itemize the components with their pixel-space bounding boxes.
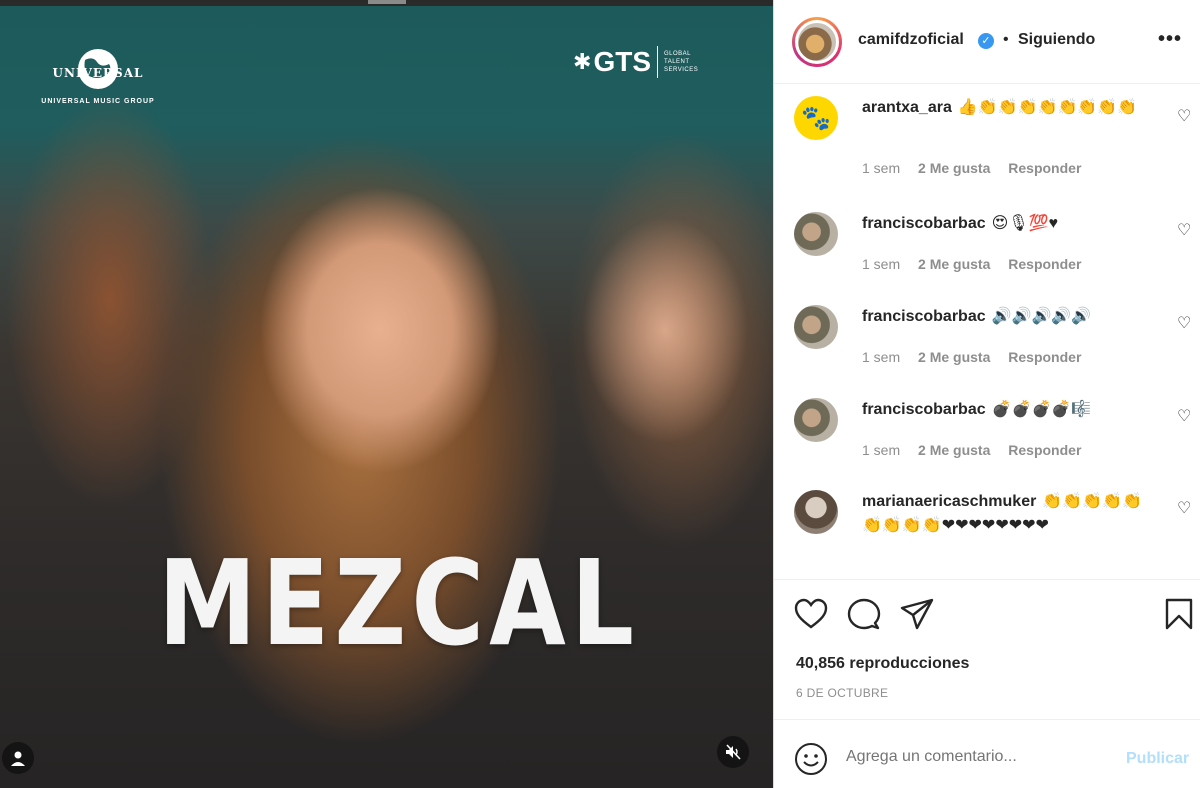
reply-button[interactable]: Responder — [1008, 442, 1081, 458]
heart-icon[interactable] — [794, 598, 828, 630]
comment-icon[interactable] — [847, 598, 881, 630]
universal-logo-sub: UNIVERSAL MUSIC GROUP — [41, 98, 155, 105]
commenter-avatar[interactable] — [794, 398, 838, 442]
progress-indicator — [368, 0, 406, 4]
comment-time[interactable]: 1 sem — [862, 349, 900, 365]
comment-likes[interactable]: 2 Me gusta — [918, 256, 990, 272]
user-tag-button[interactable] — [2, 742, 34, 774]
gts-logo-word: GTS — [593, 46, 651, 77]
add-comment-bar: Publicar — [774, 720, 1200, 788]
comment-text: franciscobarbac 💣💣💣💣🎼 — [862, 398, 1162, 422]
more-options-button[interactable]: ••• — [1158, 28, 1182, 51]
comment-likes[interactable]: 2 Me gusta — [918, 442, 990, 458]
reply-button[interactable]: Responder — [1008, 256, 1081, 272]
gts-logo: ✱ GTS GLOBAL TALENT SERVICES — [573, 46, 698, 78]
publish-button[interactable]: Publicar — [1126, 750, 1189, 768]
commenter-avatar[interactable] — [794, 490, 838, 534]
star-icon: ✱ — [573, 49, 592, 74]
like-comment-heart-icon[interactable]: ♡ — [1177, 106, 1191, 126]
post-date[interactable]: 6 DE OCTUBRE — [796, 686, 888, 700]
comment-body: 👍👏👏👏👏👏👏👏👏 — [957, 99, 1138, 116]
like-comment-heart-icon[interactable]: ♡ — [1177, 406, 1191, 426]
user-tag-icon — [11, 751, 25, 766]
author-avatar[interactable] — [792, 17, 842, 67]
comment-body: 😍🎙💯♥ — [991, 215, 1059, 232]
muted-speaker-icon — [726, 744, 741, 760]
header-separator: • — [1003, 31, 1009, 48]
post-actions: 40,856 reproducciones 6 DE OCTUBRE — [774, 580, 1200, 720]
comment-username[interactable]: arantxa_ara — [862, 99, 952, 116]
comment-meta: 1 sem 2 Me gusta Responder — [862, 442, 1095, 458]
comment-time[interactable]: 1 sem — [862, 256, 900, 272]
comment-time[interactable]: 1 sem — [862, 160, 900, 176]
mute-button[interactable] — [717, 736, 749, 768]
share-icon[interactable] — [900, 598, 934, 630]
comment-body: 💣💣💣💣🎼 — [991, 401, 1092, 418]
comment-text: franciscobarbac 😍🎙💯♥ — [862, 212, 1162, 236]
comment-text: marianaericaschmuker 👏👏👏👏👏👏👏👏👏❤❤❤❤❤❤❤❤ — [862, 490, 1158, 538]
comment-meta: 1 sem 2 Me gusta Responder — [862, 160, 1095, 176]
commenter-avatar[interactable] — [794, 212, 838, 256]
comment-body: 🔊🔊🔊🔊🔊 — [991, 308, 1092, 325]
like-comment-heart-icon[interactable]: ♡ — [1177, 498, 1191, 518]
gts-divider — [657, 46, 658, 78]
like-comment-heart-icon[interactable]: ♡ — [1177, 220, 1191, 240]
comment-likes[interactable]: 2 Me gusta — [918, 349, 990, 365]
comment-meta: 1 sem 2 Me gusta Responder — [862, 349, 1095, 365]
universal-logo-word: UNIVERSAL — [52, 66, 144, 80]
universal-music-logo: UNIVERSAL UNIVERSAL MUSIC GROUP — [22, 46, 174, 105]
like-comment-heart-icon[interactable]: ♡ — [1177, 313, 1191, 333]
reply-button[interactable]: Responder — [1008, 349, 1081, 365]
comment-username[interactable]: franciscobarbac — [862, 308, 986, 325]
author-username[interactable]: camifdzoficial — [858, 31, 964, 49]
comment-text: franciscobarbac 🔊🔊🔊🔊🔊 — [862, 305, 1162, 329]
comment-likes[interactable]: 2 Me gusta — [918, 160, 990, 176]
comment-username[interactable]: franciscobarbac — [862, 401, 986, 418]
comment-text: arantxa_ara 👍👏👏👏👏👏👏👏👏 — [862, 96, 1162, 120]
view-count[interactable]: 40,856 reproducciones — [796, 655, 969, 673]
post-video[interactable]: UNIVERSAL UNIVERSAL MUSIC GROUP ✱ GTS GL… — [0, 0, 773, 788]
post-side-panel: camifdzoficial ✓ • Siguiendo ••• 🐾 arant… — [773, 0, 1200, 788]
reply-button[interactable]: Responder — [1008, 160, 1081, 176]
following-button[interactable]: Siguiendo — [1018, 31, 1095, 49]
gts-logo-sub: GLOBAL TALENT SERVICES — [664, 51, 699, 73]
comment-username[interactable]: marianaericaschmuker — [862, 493, 1036, 510]
comment-time[interactable]: 1 sem — [862, 442, 900, 458]
comments-list[interactable]: 🐾 arantxa_ara 👍👏👏👏👏👏👏👏👏 1 sem 2 Me gusta … — [774, 84, 1200, 580]
commenter-avatar[interactable] — [794, 305, 838, 349]
post-header: camifdzoficial ✓ • Siguiendo ••• — [774, 0, 1200, 84]
video-title-overlay: MEZCAL — [158, 534, 640, 672]
comment-input[interactable] — [846, 748, 1096, 766]
bookmark-icon[interactable] — [1164, 598, 1194, 630]
comment-meta: 1 sem 2 Me gusta Responder — [862, 256, 1095, 272]
comment-username[interactable]: franciscobarbac — [862, 215, 986, 232]
emoji-icon[interactable] — [794, 742, 828, 776]
paw-icon[interactable]: 🐾 — [794, 96, 838, 140]
verified-badge-icon: ✓ — [978, 33, 994, 49]
